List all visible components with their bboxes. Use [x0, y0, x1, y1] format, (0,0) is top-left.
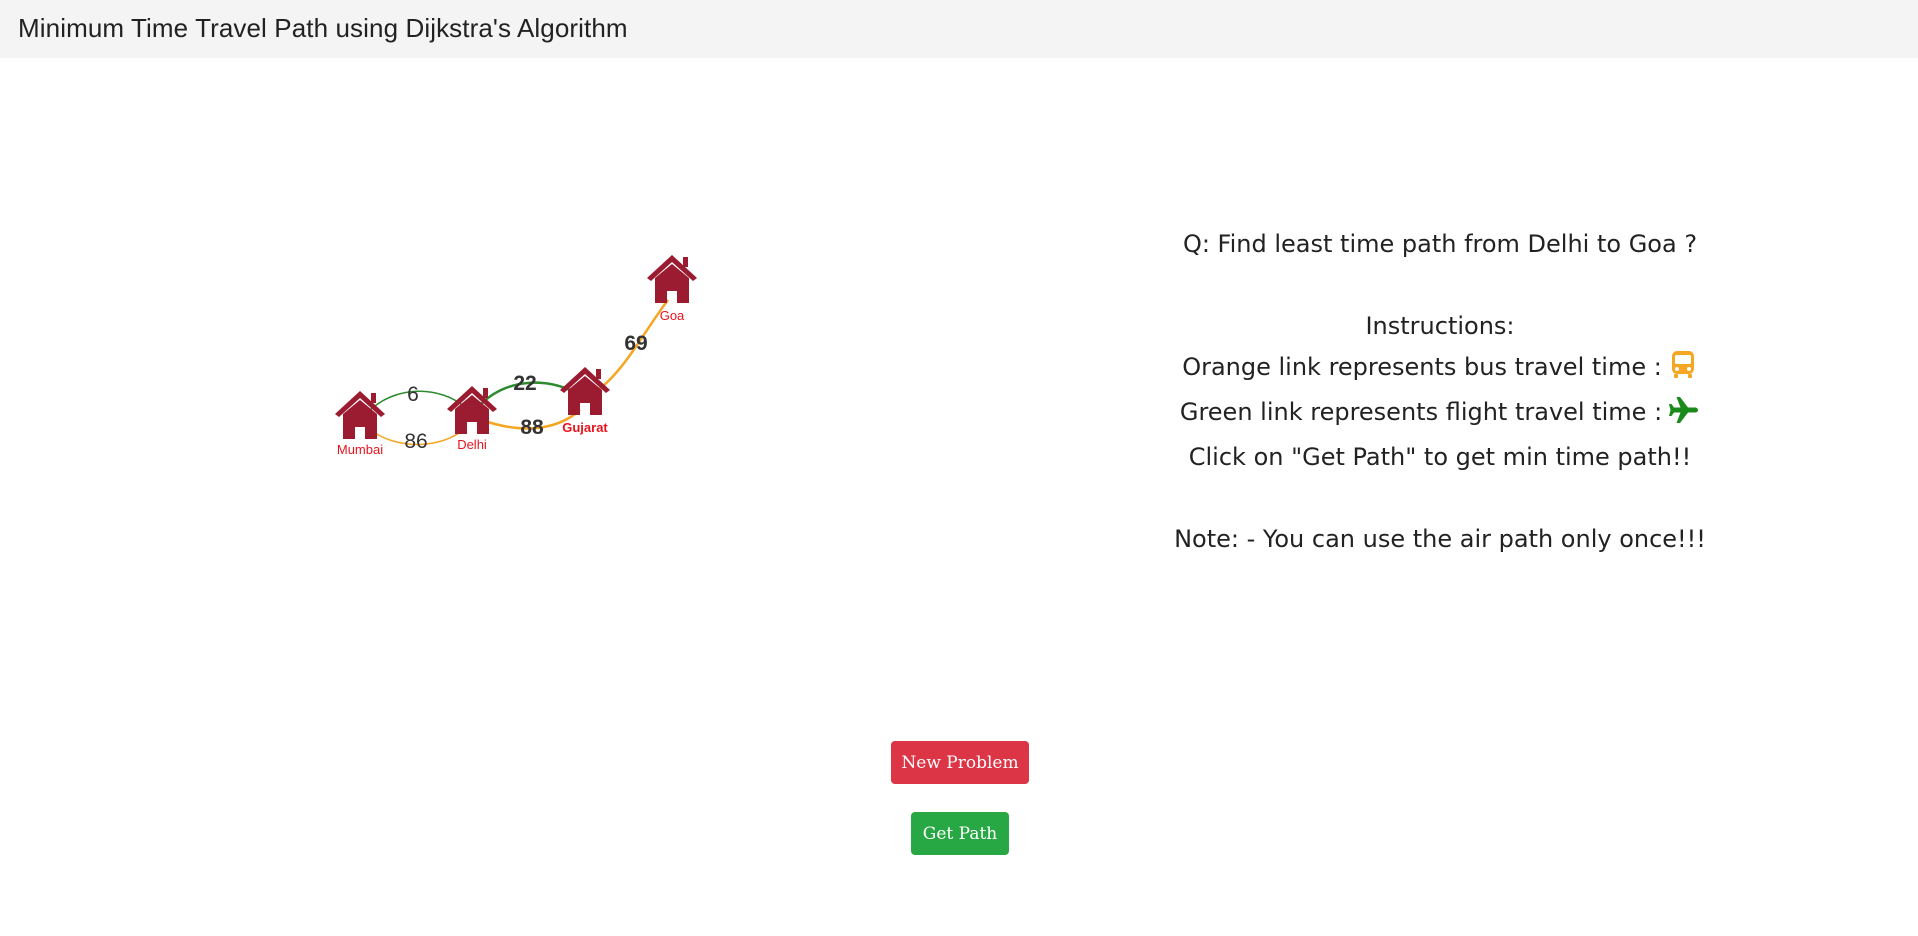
app-header: Minimum Time Travel Path using Dijkstra'… — [0, 0, 1918, 58]
house-icon — [560, 367, 610, 415]
page-title: Minimum Time Travel Path using Dijkstra'… — [18, 13, 628, 43]
node-label-gujarat: Gujarat — [562, 420, 608, 435]
plane-icon — [1668, 396, 1700, 437]
edge-label-delhi-gujarat-flight: 22 — [513, 372, 536, 395]
house-icon — [647, 255, 697, 303]
click-instruction: Click on "Get Path" to get min time path… — [1188, 443, 1692, 471]
edge-label-gujarat-goa-bus: 69 — [624, 332, 647, 355]
instructions-title: Instructions: — [1365, 312, 1515, 340]
bus-instruction-text: Orange link represents bus travel time : — [1182, 353, 1662, 381]
node-label-delhi: Delhi — [457, 437, 487, 452]
house-icon — [447, 386, 497, 434]
instructions-panel: Q: Find least time path from Delhi to Go… — [1105, 224, 1775, 560]
question-text: Q: Find least time path from Delhi to Go… — [1182, 230, 1698, 258]
edge-label-mumbai-delhi-bus: 86 — [404, 430, 427, 453]
new-problem-button[interactable]: New Problem — [891, 741, 1029, 784]
edge-label-delhi-gujarat-bus: 88 — [520, 416, 544, 439]
node-goa[interactable]: Goa — [647, 255, 697, 323]
note-text: Note: - You can use the air path only on… — [1174, 525, 1706, 553]
graph-canvas: 6 86 22 88 69 Mumbai Delhi Gujarat Goa — [335, 255, 697, 457]
house-icon — [335, 391, 385, 439]
node-label-goa: Goa — [660, 308, 685, 323]
get-path-button[interactable]: Get Path — [911, 812, 1009, 855]
bus-instruction: Orange link represents bus travel time : — [1105, 347, 1775, 392]
node-mumbai[interactable]: Mumbai — [335, 391, 385, 457]
node-gujarat[interactable]: Gujarat — [560, 367, 610, 435]
edge-label-mumbai-delhi-flight: 6 — [407, 383, 419, 406]
flight-instruction-text: Green link represents flight travel time… — [1179, 398, 1663, 426]
flight-instruction: Green link represents flight travel time… — [1105, 392, 1775, 437]
node-label-mumbai: Mumbai — [337, 442, 383, 457]
bus-icon — [1668, 349, 1698, 392]
